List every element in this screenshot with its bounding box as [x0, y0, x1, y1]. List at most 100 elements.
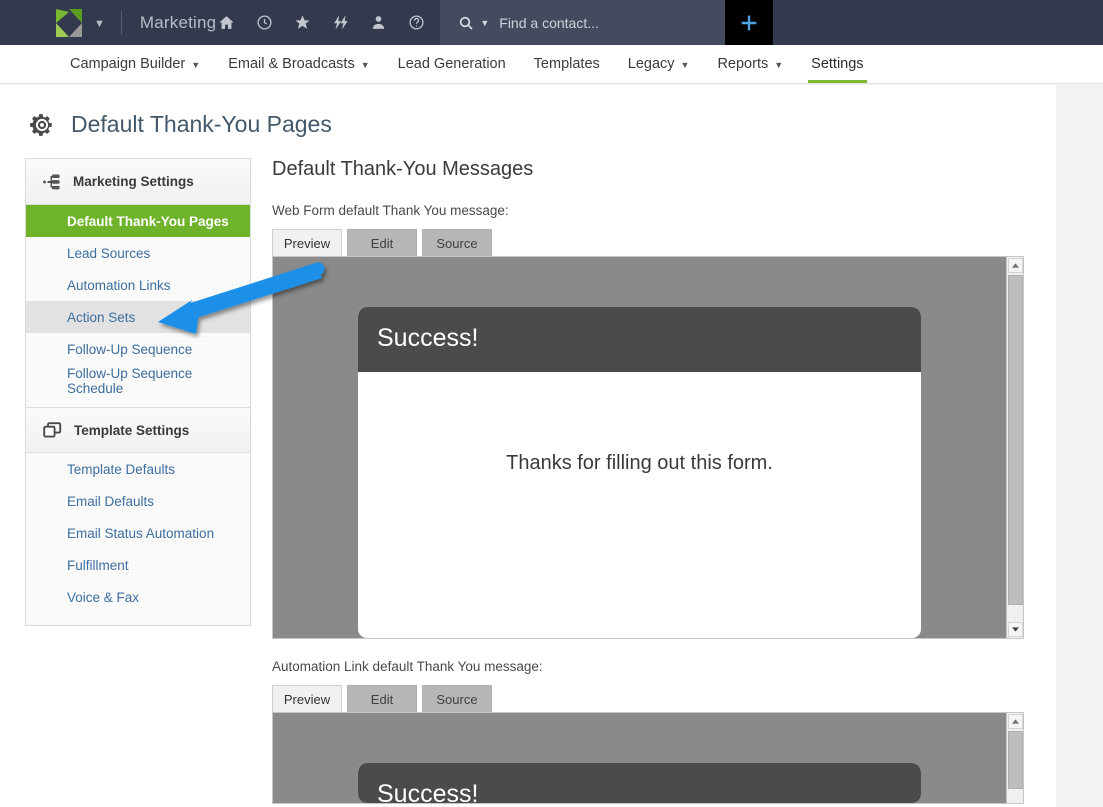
tab-label: Source: [436, 235, 478, 251]
tab-label: Edit: [370, 691, 394, 707]
caret-down-icon[interactable]: ▼: [480, 18, 489, 28]
tab-edit-webform[interactable]: Edit: [347, 229, 417, 256]
sidebar-item-label: Lead Sources: [67, 245, 151, 261]
chevron-down-icon: ▼: [774, 60, 784, 70]
tab-preview-automation[interactable]: Preview: [272, 685, 342, 712]
add-button[interactable]: [725, 0, 774, 45]
automation-link-tabstrip: Preview Edit Source: [272, 685, 1032, 712]
nav-label: Reports: [717, 56, 769, 72]
search-input[interactable]: Find a contact...: [499, 15, 599, 31]
nav-item-campaign-builder[interactable]: Campaign Builder ▼: [56, 56, 214, 83]
nav-item-lead-generation[interactable]: Lead Generation: [384, 56, 520, 83]
nav-label: Templates: [533, 56, 600, 72]
sidebar-item-email-status-automation[interactable]: Email Status Automation: [26, 517, 250, 549]
automation-link-message-label: Automation Link default Thank You messag…: [272, 659, 543, 674]
tab-source-webform[interactable]: Source: [422, 229, 492, 256]
sidebar-item-voice-fax[interactable]: Voice & Fax: [26, 581, 250, 613]
search-bar[interactable]: ▼ Find a contact...: [440, 0, 726, 45]
sidebar-group-marketing: Default Thank-You Pages Lead Sources Aut…: [26, 205, 250, 407]
sidebar-item-fulfillment[interactable]: Fulfillment: [26, 549, 250, 581]
topbar-filler: [773, 0, 1103, 45]
nav-item-legacy[interactable]: Legacy ▼: [614, 56, 704, 83]
sidebar-section-title: Template Settings: [74, 422, 190, 438]
sidebar-item-label: Action Sets: [67, 309, 136, 325]
nav-item-reports[interactable]: Reports ▼: [703, 56, 797, 83]
star-icon[interactable]: [292, 13, 312, 33]
page-canvas: Default Thank-You Pages Marketing Settin…: [0, 85, 1056, 807]
tab-preview-webform[interactable]: Preview: [272, 229, 342, 256]
sidebar-item-label: Default Thank-You Pages: [67, 213, 229, 229]
home-icon[interactable]: [216, 13, 236, 33]
chevron-down-icon[interactable]: ▼: [94, 18, 105, 30]
tab-label: Preview: [283, 691, 331, 707]
sidebar-item-follow-up-sequence[interactable]: Follow-Up Sequence: [26, 333, 250, 365]
scroll-down-arrow-icon[interactable]: [1007, 622, 1023, 637]
sidebar-item-label: Voice & Fax: [67, 589, 140, 605]
page-header: Default Thank-You Pages: [0, 85, 1056, 138]
help-icon[interactable]: [406, 13, 426, 33]
main-content: Default Thank-You Messages Web Form defa…: [272, 158, 1032, 804]
tab-edit-automation[interactable]: Edit: [347, 685, 417, 712]
clock-icon[interactable]: [254, 13, 274, 33]
person-icon[interactable]: [368, 13, 388, 33]
search-icon: [458, 15, 474, 31]
scrollbar-track[interactable]: [1007, 273, 1023, 622]
sidebar-item-lead-sources[interactable]: Lead Sources: [26, 237, 250, 269]
scrollbar-track[interactable]: [1007, 729, 1023, 802]
main-nav: Campaign Builder ▼ Email & Broadcasts ▼ …: [0, 45, 1103, 84]
chevron-down-icon: ▼: [360, 60, 370, 70]
web-form-tabstrip: Preview Edit Source: [272, 229, 1032, 256]
scrollbar-thumb[interactable]: [1007, 731, 1023, 789]
nav-label: Settings: [811, 56, 864, 72]
scrollbar-thumb[interactable]: [1007, 275, 1023, 605]
nav-label: Legacy: [627, 56, 675, 72]
section-heading: Default Thank-You Messages: [272, 158, 534, 180]
sidebar-item-label: Fulfillment: [67, 557, 129, 573]
sidebar-section-title: Marketing Settings: [73, 174, 194, 189]
tab-label: Preview: [283, 235, 331, 251]
web-form-preview-scrollbar[interactable]: [1006, 257, 1023, 638]
nav-item-settings[interactable]: Settings: [797, 56, 877, 83]
divider: [120, 10, 122, 35]
success-card: Success! Thanks for filling out this for…: [358, 307, 921, 638]
settings-sidebar: Marketing Settings Default Thank-You Pag…: [25, 158, 251, 626]
nav-label: Lead Generation: [397, 56, 506, 72]
sidebar-item-label: Email Status Automation: [67, 525, 215, 541]
tab-label: Edit: [370, 235, 394, 251]
automation-link-preview-body: Success!: [273, 713, 1006, 803]
top-icon-group: [216, 0, 440, 45]
sitemap-icon: [43, 173, 60, 189]
automation-link-preview-scrollbar[interactable]: [1006, 713, 1023, 803]
sidebar-item-action-sets[interactable]: Action Sets: [26, 301, 250, 333]
web-form-preview-frame: Success! Thanks for filling out this for…: [272, 256, 1024, 639]
top-bar: ▼ Marketing ▼ Find a contact...: [0, 0, 1103, 45]
tab-source-automation[interactable]: Source: [422, 685, 492, 712]
success-card: Success!: [358, 763, 921, 803]
lightning-icon[interactable]: [330, 13, 350, 33]
sidebar-group-template: Template Defaults Email Defaults Email S…: [26, 453, 250, 625]
plus-icon: [742, 15, 757, 30]
nav-item-email-broadcasts[interactable]: Email & Broadcasts ▼: [214, 56, 383, 83]
sidebar-section-marketing-settings: Marketing Settings: [26, 159, 250, 205]
nav-label: Email & Broadcasts: [228, 56, 355, 72]
chevron-down-icon: ▼: [191, 60, 201, 70]
nav-item-templates[interactable]: Templates: [520, 56, 614, 83]
sidebar-section-template-settings: Template Settings: [26, 407, 250, 453]
scroll-up-arrow-icon[interactable]: [1007, 714, 1023, 729]
sidebar-item-automation-links[interactable]: Automation Links: [26, 269, 250, 301]
sidebar-item-follow-up-sequence-schedule[interactable]: Follow-Up Sequence Schedule: [26, 365, 250, 397]
automation-link-preview-frame: Success!: [272, 712, 1024, 804]
sidebar-item-label: Email Defaults: [67, 493, 155, 509]
sidebar-item-template-defaults[interactable]: Template Defaults: [26, 453, 250, 485]
logo-zone[interactable]: ▼ Marketing: [0, 0, 216, 45]
web-form-preview-body: Success! Thanks for filling out this for…: [273, 257, 1006, 638]
success-card-title: Success!: [358, 763, 921, 803]
infusionsoft-logo-icon[interactable]: [56, 8, 82, 37]
chevron-down-icon: ▼: [680, 60, 690, 70]
nav-label: Campaign Builder: [70, 56, 186, 72]
web-form-message-label: Web Form default Thank You message:: [272, 203, 509, 218]
scroll-up-arrow-icon[interactable]: [1007, 258, 1023, 273]
page-title: Default Thank-You Pages: [71, 111, 332, 137]
sidebar-item-email-defaults[interactable]: Email Defaults: [26, 485, 250, 517]
sidebar-item-default-thank-you-pages[interactable]: Default Thank-You Pages: [26, 205, 250, 237]
